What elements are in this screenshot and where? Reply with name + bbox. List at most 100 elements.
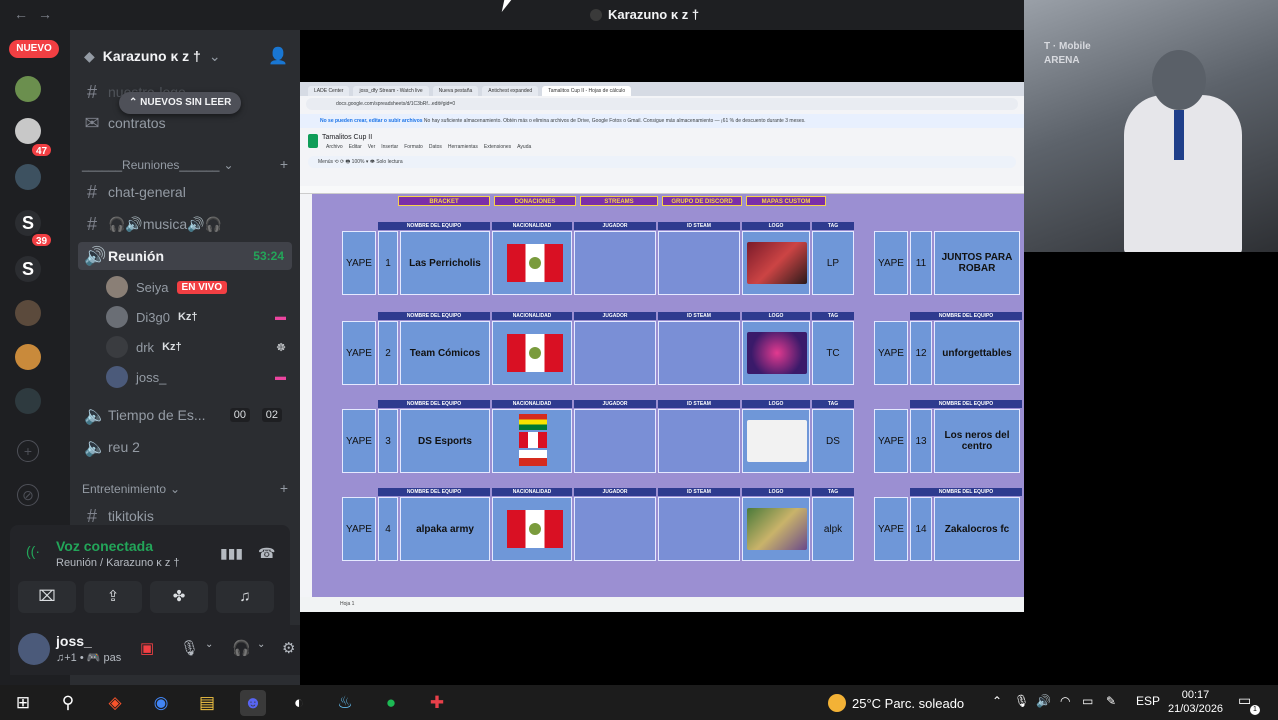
browser-tab[interactable]: LADE Center: [308, 86, 350, 96]
team-number: 12: [910, 321, 932, 385]
voice-user[interactable]: joss_ ▬: [106, 363, 290, 391]
spotify-icon[interactable]: ●: [378, 690, 404, 716]
menu-item[interactable]: Herramientas: [448, 144, 478, 150]
signal-icon[interactable]: ((·: [26, 543, 40, 559]
language-indicator[interactable]: ESP: [1136, 694, 1160, 708]
server-icon[interactable]: [15, 164, 41, 190]
voice-status-subtitle[interactable]: Reunión / Karazuno ᴋ ᴢ †: [56, 557, 180, 569]
voice-user[interactable]: Di3g0 Kz† ▬: [106, 303, 290, 331]
server-icon[interactable]: [15, 76, 41, 102]
microphone-icon[interactable]: 🎙: [180, 639, 199, 657]
menu-item[interactable]: Ver: [368, 144, 376, 150]
battery-icon[interactable]: ▭: [1082, 694, 1093, 708]
gear-icon[interactable]: ⚙: [282, 639, 295, 657]
voice-status-title[interactable]: Voz conectada: [56, 538, 153, 554]
category-reuniones[interactable]: ______Reuniones______ ⌄: [82, 158, 234, 172]
channel-musica[interactable]: # 🎧🔊musica🔊🎧: [78, 210, 292, 238]
peru-flag-icon: [507, 334, 563, 372]
team-block-right: YAPE 11 JUNTOS PARA ROBAR: [874, 222, 1024, 304]
col-header: TAG: [812, 222, 854, 230]
user-name: joss_: [56, 633, 92, 649]
volume-icon[interactable]: 🔊: [1036, 694, 1051, 708]
microphone-tray-icon[interactable]: 🎙: [1014, 694, 1029, 708]
voice-channel-reunion[interactable]: 🔊 Reunión 53:24: [78, 242, 292, 270]
soundboard-button[interactable]: ♫: [216, 581, 274, 613]
spreadsheet-grid[interactable]: BRACKET DONACIONES STREAMS GRUPO DE DISC…: [312, 194, 1024, 598]
voice-channel-reu2[interactable]: 🔈 reu 2: [78, 433, 292, 461]
brave-browser-icon[interactable]: ◈: [102, 690, 128, 716]
browser-tab[interactable]: joss_dfy Stream - Watch live: [353, 86, 429, 96]
noise-suppression-icon[interactable]: ▮▮▮: [220, 545, 243, 562]
new-badge[interactable]: NUEVO: [9, 40, 59, 58]
clock[interactable]: 00:17 21/03/2026: [1168, 688, 1223, 716]
file-explorer-icon[interactable]: ▤: [194, 690, 220, 716]
nationality-cell: [492, 497, 572, 561]
menu-item[interactable]: Editar: [349, 144, 362, 150]
voice-user[interactable]: drk Kz† ☸: [106, 333, 290, 361]
team-block: NOMBRE DEL EQUIPO NACIONALIDAD JUGADOR I…: [342, 400, 854, 482]
pen-icon[interactable]: ✎: [1106, 694, 1116, 708]
browser-tab[interactable]: Nueva pestaña: [432, 86, 479, 96]
yape-cell: YAPE: [342, 231, 376, 295]
weather-widget[interactable]: 25°C Parc. soleado: [828, 694, 964, 712]
chevron-down-icon[interactable]: ⌄: [205, 639, 213, 650]
server-icon[interactable]: [15, 344, 41, 370]
browser-tab-active[interactable]: Tamalitos Cup II - Hojas de cálculo: [542, 86, 632, 96]
discord-icon[interactable]: ☻: [240, 690, 266, 716]
chrome-icon[interactable]: ◉: [148, 690, 174, 716]
headphones-icon[interactable]: 🎧: [232, 639, 251, 657]
channel-chat-general[interactable]: # chat-general: [78, 178, 292, 206]
steam-icon[interactable]: ♨: [332, 690, 358, 716]
add-member-icon[interactable]: 👤: [268, 46, 288, 66]
logo-cell: [742, 321, 810, 385]
menu-item[interactable]: Datos: [429, 144, 442, 150]
sheet-title[interactable]: Tamalitos Cup II: [322, 134, 372, 141]
chevron-down-icon[interactable]: ⌄: [257, 639, 265, 650]
sheet-tab[interactable]: Hoja 1: [340, 601, 354, 607]
chevron-up-icon[interactable]: ⌃: [992, 694, 1002, 708]
disconnect-icon[interactable]: ☎: [258, 545, 275, 562]
stream-off-icon[interactable]: ▣: [140, 639, 154, 657]
server-icon-s[interactable]: S: [15, 256, 41, 282]
add-channel-icon[interactable]: +: [280, 156, 288, 172]
menu-item[interactable]: Archivo: [326, 144, 343, 150]
voice-connected-panel: ((· Voz conectada Reunión / Karazuno ᴋ ᴢ…: [10, 525, 290, 625]
server-header[interactable]: ◆ Karazuno ᴋ ᴢ † ⌄ 👤: [70, 30, 300, 82]
live-badge[interactable]: EN VIVO: [176, 280, 228, 294]
address-bar[interactable]: docs.google.com/spreadsheets/d/1C3bRf...…: [306, 98, 1018, 110]
browser-tab[interactable]: Antichest expanded: [482, 86, 539, 96]
server-icon[interactable]: [15, 118, 41, 144]
server-icon[interactable]: [15, 300, 41, 326]
share-screen-button[interactable]: ⇪: [84, 581, 142, 613]
menu-item[interactable]: Extensiones: [484, 144, 511, 150]
menu-item[interactable]: Insertar: [381, 144, 398, 150]
obs-icon[interactable]: ◐: [286, 690, 312, 716]
windows-start-icon[interactable]: ⊞: [10, 690, 36, 716]
camera-off-button[interactable]: ⌧: [18, 581, 76, 613]
add-server-button[interactable]: +: [17, 440, 39, 462]
voice-channel-tiempo[interactable]: 🔈 Tiempo de Es... 00 02: [78, 401, 292, 429]
avatar[interactable]: [18, 633, 50, 665]
steam-id-cell: [658, 409, 740, 473]
yape-cell: YAPE: [874, 497, 908, 561]
steam-id-cell: [658, 497, 740, 561]
forward-arrow-icon[interactable]: →: [38, 6, 52, 22]
activities-button[interactable]: ✤: [150, 581, 208, 613]
category-entretenimiento[interactable]: Entretenimiento ⌄: [82, 482, 180, 496]
notification-center-icon[interactable]: ▭: [1238, 692, 1251, 709]
server-icon-active[interactable]: [15, 388, 41, 414]
col-header: NACIONALIDAD: [492, 312, 572, 320]
channel-contratos[interactable]: ✉ contratos: [78, 109, 292, 137]
add-channel-icon[interactable]: +: [280, 480, 288, 496]
wifi-icon[interactable]: ◠: [1060, 694, 1070, 708]
voice-user[interactable]: Seiya EN VIVO: [106, 273, 290, 301]
search-icon[interactable]: ⚲: [55, 690, 81, 716]
user-limit: 02: [261, 408, 282, 422]
menu-item[interactable]: Formato: [404, 144, 423, 150]
sheet-toolbar[interactable]: Menús ⟲ ⟳ 🖶 100% ▾ 👁 Solo lectura: [308, 156, 1016, 168]
stream-view[interactable]: LADE Center joss_dfy Stream - Watch live…: [300, 0, 1278, 685]
explore-servers-button[interactable]: ⊘: [17, 484, 39, 506]
menu-item[interactable]: Ayuda: [517, 144, 531, 150]
back-arrow-icon[interactable]: ←: [14, 6, 28, 22]
app-icon[interactable]: ✚: [424, 690, 450, 716]
